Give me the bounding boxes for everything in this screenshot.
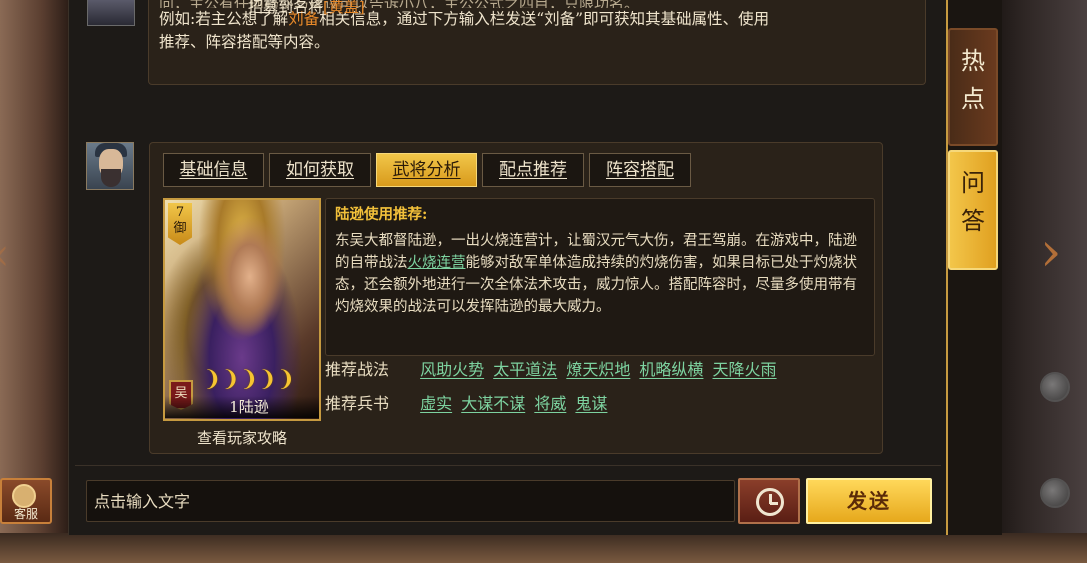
- star-icons: ❩❩❩❩❩: [203, 367, 296, 392]
- tab-lineup[interactable]: 阵容搭配: [589, 153, 691, 187]
- hero-info-message: 基础信息 如何获取 武将分析 配点推荐 阵容搭配 7御 吴 ❩❩❩❩❩ 1陆逊 …: [149, 142, 883, 454]
- recommend-tactics-label: 推荐战法: [325, 360, 390, 379]
- bot-avatar: [86, 142, 134, 190]
- top-tags: 招募到名将[黄盖]: [248, 0, 365, 16]
- recruit-text: 招募到名将: [248, 0, 324, 16]
- message-input[interactable]: [86, 480, 735, 522]
- analysis-body: 东吴大都督陆逊，一出火烧连营计，让蜀汉元气大伤，君王驾崩。在游戏中，陆逊的自带战…: [335, 233, 857, 315]
- level-badge: 7御: [168, 203, 192, 245]
- service-label: 客服: [13, 507, 38, 521]
- hero-name: 1陆逊: [165, 396, 319, 418]
- book-link[interactable]: 鬼谋: [575, 394, 607, 413]
- book-link[interactable]: 将威: [534, 394, 566, 413]
- tab-point-recommend[interactable]: 配点推荐: [482, 153, 584, 187]
- tactic-link[interactable]: 火烧连营: [408, 255, 466, 271]
- book-link[interactable]: 虚实: [420, 394, 452, 413]
- prev-page-arrow-icon[interactable]: ‹: [0, 230, 12, 280]
- next-page-arrow-icon[interactable]: ›: [1040, 222, 1080, 282]
- round-button-icon[interactable]: [1040, 372, 1070, 402]
- recommend-tactics-row: 推荐战法 风助火势 太平道法 燎天炽地 机略纵横 天降火雨: [325, 358, 781, 382]
- prev-avatar: [87, 0, 135, 26]
- prev-message-line2: 推荐、阵容搭配等内容。: [159, 33, 330, 51]
- analysis-title: 陆逊使用推荐:: [335, 206, 428, 223]
- hero-highlight[interactable]: 黄盖: [329, 0, 359, 16]
- tab-hot-topics[interactable]: 热 点: [948, 28, 998, 146]
- tab-hero-analysis[interactable]: 武将分析: [376, 153, 477, 187]
- analysis-box: 陆逊使用推荐: 东吴大都督陆逊，一出火烧连营计，让蜀汉元气大伤，君王驾崩。在游戏…: [325, 198, 875, 356]
- book-link[interactable]: 大谋不谋: [461, 394, 525, 413]
- tactic-link[interactable]: 太平道法: [493, 360, 557, 379]
- tactic-link[interactable]: 机略纵横: [639, 360, 703, 379]
- service-avatar-icon: [12, 484, 36, 508]
- tab-how-to-get[interactable]: 如何获取: [269, 153, 371, 187]
- background-bottom: [0, 533, 1087, 563]
- hero-card[interactable]: 7御 吴 ❩❩❩❩❩ 1陆逊: [163, 198, 321, 421]
- tab-qa[interactable]: 问 答: [948, 150, 998, 270]
- recommend-books-label: 推荐兵书: [325, 394, 390, 413]
- divider: [75, 465, 941, 466]
- send-button[interactable]: 发送: [806, 478, 932, 524]
- player-guide-link[interactable]: 查看玩家攻略: [163, 427, 321, 449]
- customer-service-button[interactable]: 客服: [0, 478, 52, 524]
- history-button[interactable]: [738, 478, 800, 524]
- recommend-books-row: 推荐兵书 虚实 大谋不谋 将威 鬼谋: [325, 392, 611, 416]
- tactic-link[interactable]: 风助火势: [420, 360, 484, 379]
- tactic-link[interactable]: 天降火雨: [713, 360, 777, 379]
- round-button-icon[interactable]: [1040, 478, 1070, 508]
- clock-icon: [756, 488, 784, 516]
- tab-basic-info[interactable]: 基础信息: [163, 153, 264, 187]
- prev-message-text: 相关信息，通过下方输入栏发送“刘备”即可获知其基础属性、使用: [319, 10, 770, 28]
- tactic-link[interactable]: 燎天炽地: [566, 360, 630, 379]
